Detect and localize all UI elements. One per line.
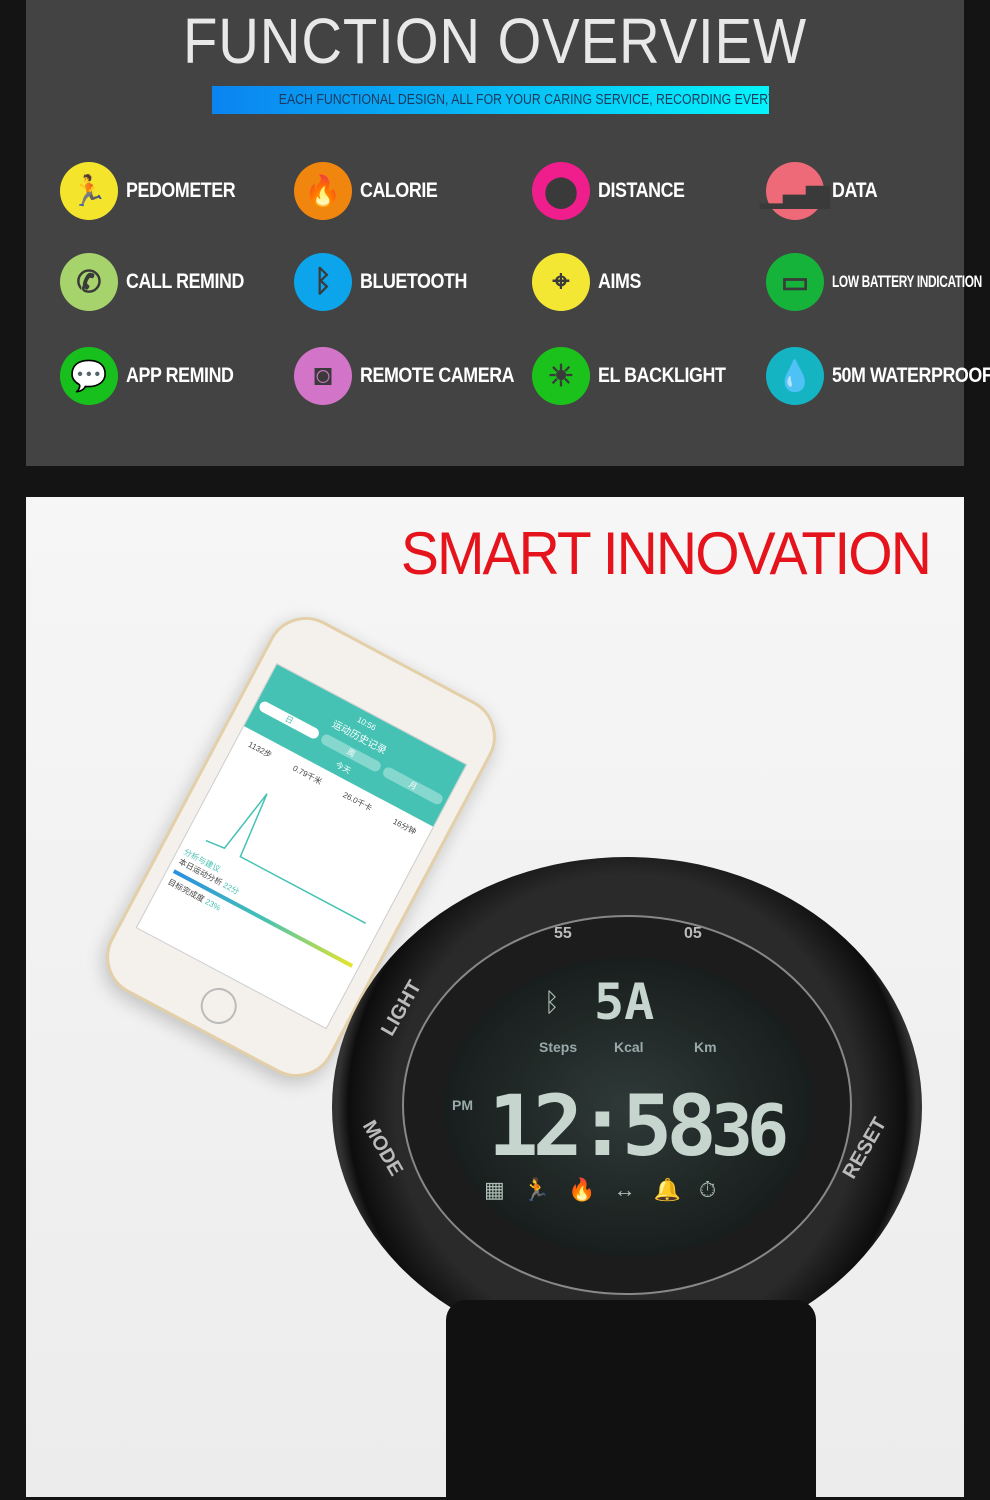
runner-icon: 🏃 bbox=[60, 162, 118, 220]
overview-title: FUNCTION OVERVIEW bbox=[182, 5, 808, 77]
function-overview-panel: FUNCTION OVERVIEW EACH FUNCTIONAL DESIGN… bbox=[26, 0, 990, 466]
feature-label: DATA bbox=[832, 179, 878, 202]
bar-chart-icon: ▁▃▅ bbox=[760, 162, 830, 220]
feature-label: CALORIE bbox=[360, 179, 438, 202]
bluetooth-icon: ᛒ bbox=[544, 987, 560, 1017]
feature-calorie: 🔥 CALORIE bbox=[294, 162, 451, 220]
watch-function-icons: ▦🏃🔥↔🔔⏱ bbox=[484, 1177, 735, 1202]
feature-low-battery-indication: ▭ LOW BATTERY INDICATION bbox=[766, 253, 990, 311]
lightbulb-icon: ☀ bbox=[532, 347, 590, 405]
feature-label: APP REMIND bbox=[126, 364, 234, 387]
smart-innovation-title: SMART INNOVATION bbox=[400, 520, 932, 587]
watch-display: ᛒ 5A Steps Kcal Km PM 12:5836 ▦🏃🔥↔🔔⏱ bbox=[444, 957, 814, 1257]
feature-label: REMOTE CAMERA bbox=[360, 364, 515, 387]
feature-label: AIMS bbox=[598, 270, 641, 293]
bluetooth-icon: ᛒ bbox=[294, 253, 352, 311]
battery-icon: ▭ bbox=[766, 253, 824, 311]
location-pin-icon: ⬤ bbox=[532, 162, 590, 220]
feature-pedometer: 🏃 PEDOMETER bbox=[60, 162, 255, 220]
home-button bbox=[194, 981, 244, 1031]
camera-icon: ◙ bbox=[294, 347, 352, 405]
feature-label: PEDOMETER bbox=[126, 179, 236, 202]
flame-icon: 🔥 bbox=[294, 162, 352, 220]
feature-data: ▁▃▅ DATA bbox=[760, 162, 885, 220]
feature-label: CALL REMIND bbox=[126, 270, 244, 293]
chat-icon: 💬 bbox=[60, 347, 118, 405]
feature-label: 50M WATERPROOF bbox=[832, 364, 990, 387]
feature-label: EL BACKLIGHT bbox=[598, 364, 726, 387]
feature-call-remind: ✆ CALL REMIND bbox=[60, 253, 265, 311]
feature-remote-camera: ◙ REMOTE CAMERA bbox=[294, 347, 541, 405]
water-drop-icon: 💧 bbox=[766, 347, 824, 405]
watch-strap bbox=[446, 1300, 816, 1500]
crosshair-icon: ⌖ bbox=[532, 253, 590, 311]
phone-icon: ✆ bbox=[60, 253, 118, 311]
feature-label: BLUETOOTH bbox=[360, 270, 467, 293]
overview-subtitle-banner: EACH FUNCTIONAL DESIGN, ALL FOR YOUR CAR… bbox=[212, 86, 769, 114]
feature-label: LOW BATTERY INDICATION bbox=[832, 272, 982, 291]
feature-50m-waterproof: 💧 50M WATERPROOF bbox=[766, 347, 990, 405]
feature-distance: ⬤ DISTANCE bbox=[532, 162, 700, 220]
feature-label: DISTANCE bbox=[598, 179, 685, 202]
feature-app-remind: 💬 APP REMIND bbox=[60, 347, 252, 405]
feature-bluetooth: ᛒ BLUETOOTH bbox=[294, 253, 486, 311]
feature-aims: ⌖ AIMS bbox=[532, 253, 649, 311]
feature-el-backlight: ☀ EL BACKLIGHT bbox=[532, 347, 748, 405]
